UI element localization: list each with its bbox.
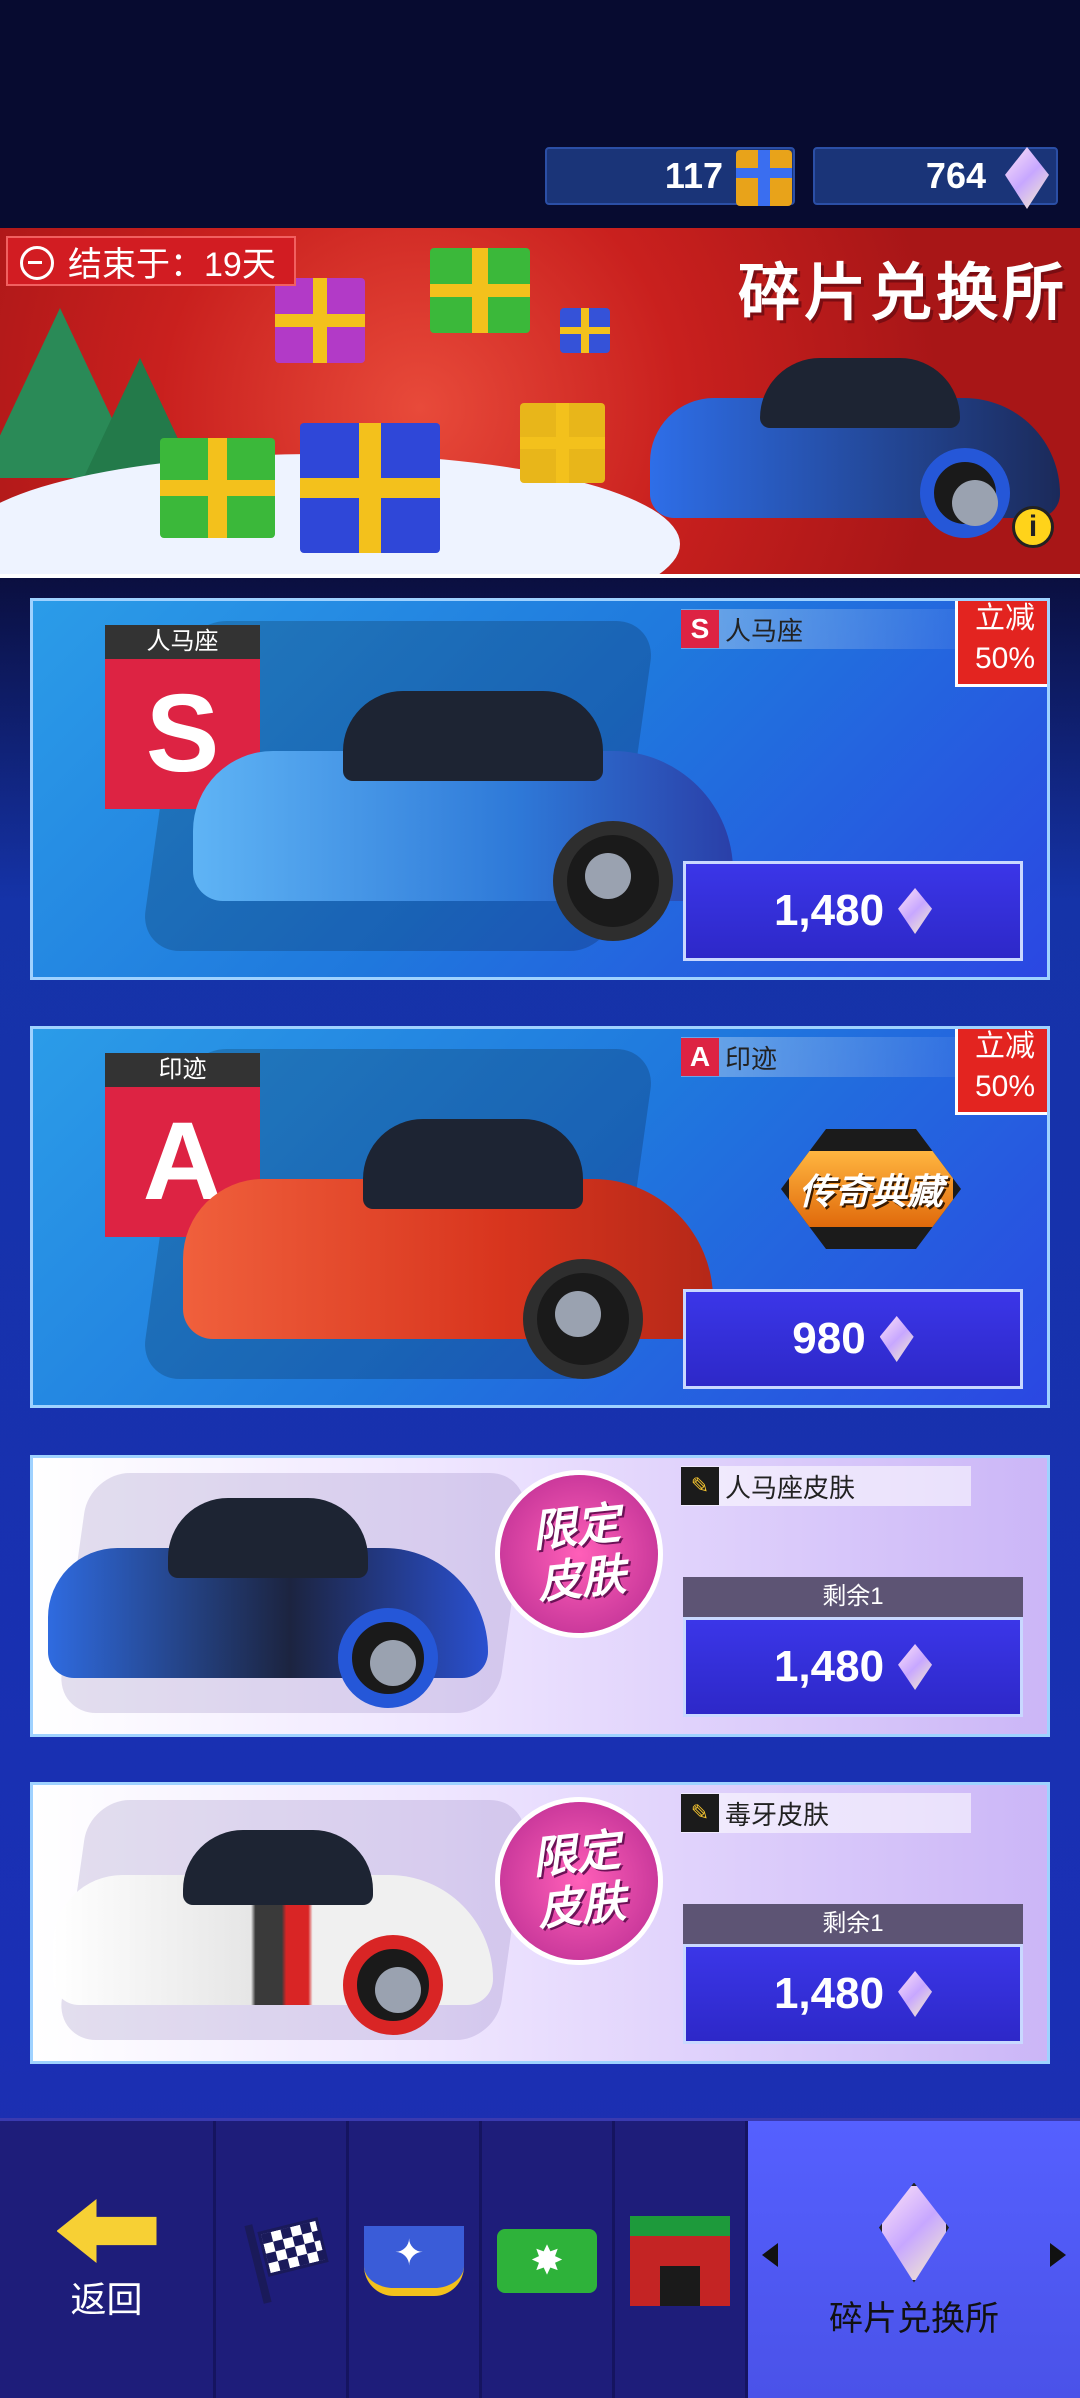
event-banner[interactable]: 结束于：19天 碎片兑换所 i (0, 228, 1080, 578)
timer-text: 结束于：19天 (68, 245, 276, 284)
gem-icon (992, 143, 1062, 213)
gem-icon (898, 888, 933, 934)
info-button[interactable]: i (1012, 506, 1054, 548)
gift-icon (729, 143, 799, 213)
buy-button[interactable]: 1,480 (683, 861, 1023, 961)
remaining-stock: 剩余1 (683, 1577, 1023, 1617)
back-button[interactable]: 返回 (0, 2121, 216, 2398)
offer-card-sagittarius[interactable]: 人马座 S S 人马座 立减 50% 1,480 (30, 598, 1050, 980)
discount-percent: 50% (974, 642, 1036, 675)
nav-ticket-tab[interactable]: ✸ (482, 2121, 615, 2398)
shop-icon (630, 2216, 730, 2306)
paint-brush-icon: ✎ (681, 1794, 719, 1832)
discount-text: 立减 (975, 602, 1035, 635)
shard-exchange-label: 碎片兑换所 (829, 2299, 999, 2338)
price-value: 980 (792, 1314, 866, 1363)
car-name-label: ✎ 毒牙皮肤 (681, 1793, 971, 1833)
limited-skin-text: 皮肤 (535, 1877, 628, 1936)
clock-icon (20, 246, 54, 280)
gem-icon (879, 1316, 914, 1362)
offer-card-sagittarius-skin[interactable]: 限定 皮肤 ✎ 人马座皮肤 剩余1 1,480 (30, 1455, 1050, 1737)
car-name: 人马座皮肤 (725, 1472, 856, 1503)
car-skin-image (53, 1805, 503, 2045)
bottom-navigation: 返回 ✸ 碎片兑换所 (0, 2118, 1080, 2398)
legendary-collection-badge: 传奇典藏 (781, 1129, 961, 1249)
gem-icon (898, 1644, 933, 1690)
checkered-flag-icon (236, 2216, 326, 2306)
arrow-left-icon[interactable] (762, 2243, 778, 2267)
gift-decoration (160, 438, 275, 538)
car-name: 印迹 (725, 1043, 778, 1074)
car-name-label: ✎ 人马座皮肤 (681, 1466, 971, 1506)
rank-name: 印迹 (105, 1053, 260, 1087)
nav-sleigh-tab[interactable] (349, 2121, 482, 2398)
car-name: 毒牙皮肤 (725, 1799, 830, 1830)
car-name-label: S 人马座 (681, 609, 971, 649)
shard-gem-icon (879, 2182, 949, 2283)
gift-decoration (300, 423, 440, 553)
limited-skin-text: 皮肤 (535, 1550, 628, 1609)
car-name: 人马座 (725, 615, 804, 646)
back-arrow-icon (56, 2199, 157, 2263)
gem-currency-counter[interactable]: 764 (813, 147, 1058, 209)
discount-badge: 立减 50% (955, 1029, 1047, 1115)
car-image (183, 1089, 743, 1379)
limited-skin-text: 限定 (529, 1825, 623, 1884)
buy-button[interactable]: 1,480 (683, 1617, 1023, 1717)
gift-decoration (430, 248, 530, 333)
gift-count: 117 (664, 155, 723, 196)
offer-card-viper-skin[interactable]: 限定 皮肤 ✎ 毒牙皮肤 剩余1 1,480 (30, 1782, 1050, 2064)
nav-race-tab[interactable] (216, 2121, 349, 2398)
nav-shard-exchange-tab[interactable]: 碎片兑换所 (748, 2121, 1080, 2398)
back-label: 返回 (70, 2279, 143, 2320)
banner-title: 碎片兑换所 (737, 259, 1068, 328)
arrow-right-icon[interactable] (1050, 2243, 1066, 2267)
price-value: 1,480 (773, 1969, 885, 2018)
discount-text: 立减 (975, 1030, 1035, 1063)
ticket-icon: ✸ (497, 2229, 597, 2293)
event-timer: 结束于：19天 (6, 236, 296, 286)
gift-decoration (560, 308, 610, 353)
sleigh-icon (364, 2226, 464, 2296)
car-skin-image (48, 1478, 498, 1718)
banner-car-image (650, 328, 1070, 548)
price-value: 1,480 (773, 886, 885, 935)
rank-mini-badge: A (681, 1038, 719, 1076)
paint-brush-icon: ✎ (681, 1467, 719, 1505)
car-image (193, 641, 753, 941)
gift-decoration (275, 278, 365, 363)
gift-decoration (520, 403, 605, 483)
rank-mini-badge: S (681, 610, 719, 648)
gem-count: 764 (925, 155, 986, 196)
gift-currency-counter[interactable]: 117 (545, 147, 795, 206)
discount-badge: 立减 50% (955, 601, 1047, 687)
gem-icon (898, 1971, 933, 2017)
price-value: 1,480 (773, 1642, 885, 1691)
legendary-collection-text: 传奇典藏 (788, 1151, 953, 1227)
buy-button[interactable]: 980 (683, 1289, 1023, 1389)
offer-card-imprint[interactable]: 印迹 A A 印迹 立减 50% 传奇典藏 980 (30, 1026, 1050, 1408)
remaining-stock: 剩余1 (683, 1904, 1023, 1944)
limited-skin-text: 限定 (529, 1498, 623, 1557)
nav-shop-tab[interactable] (615, 2121, 748, 2398)
buy-button[interactable]: 1,480 (683, 1944, 1023, 2044)
car-name-label: A 印迹 (681, 1037, 971, 1077)
discount-percent: 50% (974, 1070, 1036, 1103)
